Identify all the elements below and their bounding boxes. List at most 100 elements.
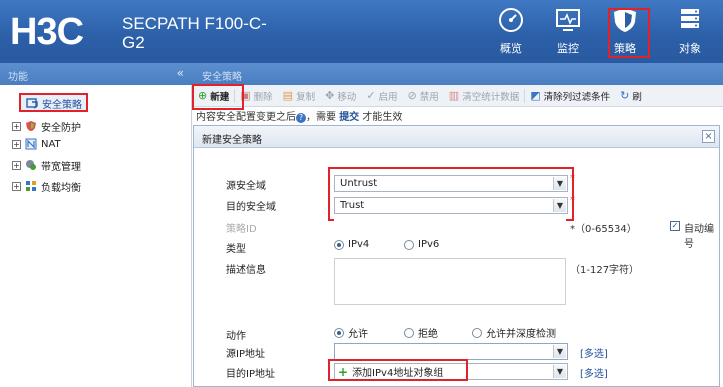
clear-stats-button[interactable]: ▥ 清空统计数据	[444, 85, 524, 106]
copy-icon: ▤	[282, 89, 294, 102]
new-button-highlight	[192, 84, 244, 110]
clear-filter-button[interactable]: ◩ 清除列过滤条件	[525, 85, 615, 106]
desc-textarea[interactable]	[334, 258, 566, 305]
policy-id-input[interactable]	[334, 218, 566, 235]
action-label: 动作	[226, 331, 246, 342]
policy-id-label: 策略ID	[226, 224, 257, 235]
nat-icon	[25, 138, 37, 150]
src-ip-select[interactable]: ▼	[334, 343, 568, 360]
sidebar-item-label: NAT	[41, 138, 61, 150]
desc-range: （1-127字符）	[570, 265, 640, 276]
dst-ip-label: 目的IP地址	[226, 369, 275, 380]
nav-monitor[interactable]: 监控	[543, 4, 593, 58]
type-ipv6-radio[interactable]: IPv6	[404, 239, 439, 250]
src-ip-label: 源IP地址	[226, 349, 265, 360]
expand-icon[interactable]: +	[12, 139, 21, 149]
chart-icon: ▥	[448, 89, 460, 102]
policy-nav-highlight	[608, 8, 650, 58]
help-icon[interactable]: ?	[296, 113, 306, 123]
dialog-title: 新建安全策略	[194, 126, 719, 148]
action-allow-radio[interactable]: 允许	[334, 325, 368, 340]
type-ipv4-radio[interactable]: IPv4	[334, 239, 369, 250]
radio-selected-icon	[334, 327, 344, 338]
sidebar-item-security-policy[interactable]: 安全策略	[26, 95, 82, 111]
action-deny-label: 拒绝	[418, 329, 438, 340]
action-allow-inspect-radio[interactable]: 允许并深度检测	[472, 325, 556, 340]
auto-number-label: 自动编号	[684, 224, 714, 250]
new-policy-dialog: 新建安全策略 × 源安全域 Untrust ▼ * 目的安全域 Trust ▼ …	[193, 125, 720, 387]
enable-button-label: 启用	[378, 91, 398, 103]
nav-object-label: 对象	[679, 42, 701, 55]
move-icon: ✥	[325, 89, 335, 102]
disable-button[interactable]: ⊘ 禁用	[403, 85, 444, 106]
check-icon: ✓	[366, 89, 376, 102]
dst-ip-multi-select-link[interactable]: [多选]	[580, 365, 608, 380]
expand-icon[interactable]: +	[12, 181, 21, 191]
device-model: SECPATH F100-C-G2	[122, 14, 267, 52]
action-allow-label: 允许	[348, 329, 368, 340]
brand-logo: H3C	[10, 11, 84, 53]
expand-icon[interactable]: +	[12, 121, 21, 131]
type-label: 类型	[226, 244, 246, 255]
hint-text-after: 才能生效	[362, 112, 403, 123]
copy-button[interactable]: ▤ 复制	[278, 85, 320, 106]
zone-highlight	[328, 167, 574, 221]
nav-overview[interactable]: 概览	[486, 4, 536, 58]
sidebar-title: 功能	[8, 72, 28, 83]
nav-object[interactable]: 对象	[665, 4, 715, 58]
server-icon	[681, 9, 699, 28]
toolbar: ⊕ 新建 ▣ 删除 ▤ 复制 ✥ 移动 ✓ 启用 ⊘ 禁用 ▥ 清空统计数据 ◩…	[192, 85, 723, 107]
action-deny-radio[interactable]: 拒绝	[404, 325, 438, 340]
sidebar-item-bandwidth[interactable]: + 带宽管理	[12, 157, 81, 173]
radio-selected-icon	[334, 239, 344, 250]
nav-overview-label: 概览	[500, 42, 522, 55]
bandwidth-icon	[26, 160, 36, 170]
copy-button-label: 复制	[296, 91, 316, 103]
src-zone-label: 源安全域	[226, 181, 266, 192]
auto-number-checkbox[interactable]: ✓	[670, 221, 680, 231]
enable-button[interactable]: ✓ 启用	[361, 85, 402, 106]
dst-zone-label: 目的安全域	[226, 202, 276, 213]
defense-icon	[26, 121, 36, 131]
move-button[interactable]: ✥ 移动	[320, 85, 361, 106]
sidebar-header: 功能 «	[0, 63, 192, 85]
sidebar-item-label: 安全防护	[41, 122, 81, 134]
policy-icon	[26, 98, 38, 109]
monitor-icon	[556, 9, 580, 31]
nav-monitor-label: 监控	[557, 42, 579, 55]
dashboard-icon	[499, 8, 523, 32]
sidebar-item-security-defense[interactable]: + 安全防护	[12, 118, 81, 134]
chevron-down-icon[interactable]: ▼	[553, 365, 566, 378]
commit-link[interactable]: 提交	[339, 112, 359, 123]
sidebar-item-label: 带宽管理	[41, 161, 81, 173]
collapse-icon[interactable]: «	[177, 66, 184, 80]
close-icon[interactable]: ×	[702, 130, 715, 143]
move-button-label: 移动	[337, 91, 357, 103]
radio-icon	[404, 239, 414, 250]
sidebar-item-label: 负载均衡	[41, 182, 81, 194]
clear-stats-button-label: 清空统计数据	[462, 91, 520, 103]
add-object-highlight	[328, 359, 468, 381]
expand-icon[interactable]: +	[12, 160, 21, 170]
refresh-icon: ↻	[620, 89, 630, 102]
commit-hint: 内容安全配置变更之后? ，需要 提交 才能生效	[196, 108, 402, 123]
sidebar-item-nat[interactable]: + NAT	[12, 136, 61, 152]
delete-button-label: 删除	[253, 91, 273, 103]
tab-bar: 安全策略	[192, 63, 723, 85]
src-ip-multi-select-link[interactable]: [多选]	[580, 345, 608, 360]
type-ipv6-label: IPv6	[418, 239, 440, 250]
clear-filter-button-label: 清除列过滤条件	[543, 91, 611, 103]
refresh-button[interactable]: ↻ 刷	[615, 85, 647, 106]
radio-icon	[404, 327, 414, 338]
disable-button-label: 禁用	[419, 91, 439, 103]
desc-label: 描述信息	[226, 265, 266, 276]
sidebar-item-loadbalance[interactable]: + 负载均衡	[12, 178, 81, 194]
sidebar-item-label: 安全策略	[42, 99, 82, 111]
policy-id-range: *（0-65534）	[570, 224, 637, 235]
filter-icon: ◩	[530, 89, 541, 102]
refresh-button-label: 刷	[632, 91, 642, 103]
tab-security-policy[interactable]: 安全策略	[202, 68, 242, 83]
hint-text: 内容安全配置变更之后	[196, 112, 296, 123]
chevron-down-icon[interactable]: ▼	[553, 345, 566, 358]
ban-icon: ⊘	[407, 89, 417, 102]
